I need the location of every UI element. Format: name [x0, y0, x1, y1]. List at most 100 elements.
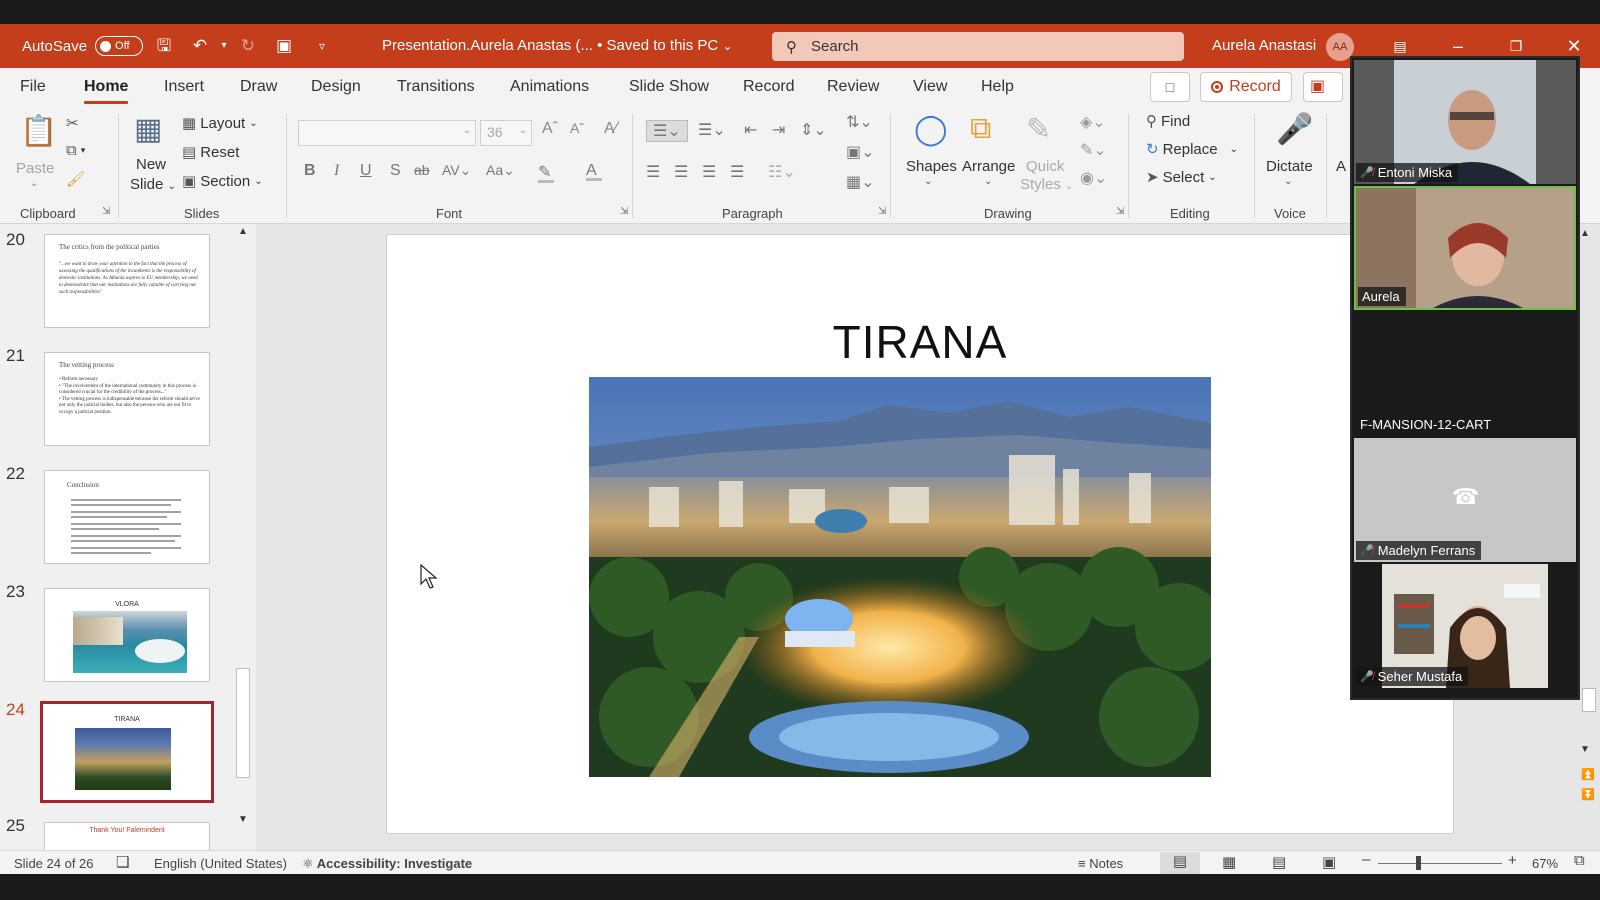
slide-thumbnail-25[interactable]: Thank You! Faleminderit — [44, 822, 210, 850]
reset-button[interactable]: ▤ Reset — [182, 143, 239, 162]
bold-icon[interactable]: B — [304, 162, 316, 180]
zoom-slider[interactable] — [1378, 863, 1502, 864]
shapes-button[interactable]: ◯ Shapes ⌄ — [904, 112, 958, 196]
quick-styles-button[interactable]: ✎ Quick Styles ⌄ — [1018, 112, 1073, 196]
font-name-box[interactable]: ⌄ — [298, 120, 476, 146]
language-indicator[interactable]: English (United States) — [154, 856, 287, 871]
slide-thumbnail-20[interactable]: The critics from the political parties "… — [44, 234, 210, 328]
slide-thumbnail-21[interactable]: The vetting process • Reform necessary •… — [44, 352, 210, 446]
increase-font-icon[interactable]: Aˆ — [542, 120, 558, 138]
tab-design[interactable]: Design — [311, 78, 361, 96]
dialog-launcher-icon[interactable]: ⇲ — [102, 206, 110, 217]
tab-help[interactable]: Help — [981, 78, 1014, 96]
participant-tile[interactable]: F-MANSION-12-CART — [1354, 312, 1576, 436]
layout-button[interactable]: ▦ Layout ⌄ — [182, 114, 258, 133]
normal-view-icon[interactable]: ▤ — [1160, 852, 1200, 874]
underline-icon[interactable]: U — [360, 162, 372, 180]
zoom-in-icon[interactable]: + — [1508, 852, 1517, 869]
ribbon-display-icon[interactable]: ▤ — [1388, 34, 1412, 58]
format-painter-button[interactable]: 🖌 — [66, 170, 85, 188]
clear-formatting-icon[interactable]: A∕ — [604, 120, 617, 138]
autosave-control[interactable]: AutoSave Off — [22, 36, 144, 56]
line-spacing-icon[interactable]: ⇕⌄ — [800, 120, 827, 140]
slide-thumbnail-22[interactable]: Conclusion — [44, 470, 210, 564]
comments-button[interactable]: □ — [1150, 72, 1190, 102]
tab-draw[interactable]: Draw — [240, 78, 277, 96]
align-text-icon[interactable]: ▣⌄ — [846, 142, 875, 162]
dialog-launcher-icon[interactable]: ⇲ — [620, 206, 628, 217]
save-icon[interactable]: 🖫 — [154, 36, 174, 56]
thumbnail-scrollbar[interactable]: ▲ ▼ — [233, 224, 253, 840]
slide-sorter-icon[interactable]: ▦ — [1222, 853, 1236, 871]
tab-animations[interactable]: Animations — [510, 78, 589, 96]
undo-icon[interactable]: ↶ — [190, 36, 210, 56]
scroll-down-icon[interactable]: ▼ — [235, 812, 251, 828]
tab-transitions[interactable]: Transitions — [397, 78, 475, 96]
tab-file[interactable]: File — [20, 78, 46, 96]
highlight-icon[interactable]: ✎ — [538, 162, 554, 183]
participant-tile[interactable]: 🎤̸ Entoni Miska — [1354, 60, 1576, 184]
present-button[interactable]: ▣ Pr — [1303, 72, 1343, 102]
columns-icon[interactable]: ☷⌄ — [768, 162, 796, 182]
search-box[interactable]: ⚲ Search — [772, 32, 1184, 61]
font-size-box[interactable]: 36 ⌄ — [480, 120, 532, 146]
tab-home[interactable]: Home — [84, 78, 129, 104]
tab-review[interactable]: Review — [827, 78, 879, 96]
spelling-check-icon[interactable]: ❏ — [116, 853, 129, 871]
redo-icon[interactable]: ↻ — [238, 36, 258, 56]
present-from-start-icon[interactable]: ▣ — [274, 36, 294, 56]
city-night-photo[interactable] — [589, 377, 1211, 777]
document-title[interactable]: Presentation.Aurela Anastas (... • Saved… — [382, 37, 733, 54]
section-button[interactable]: ▣ Section ⌄ — [182, 172, 263, 191]
undo-dropdown-icon[interactable]: ▾ — [214, 36, 234, 56]
font-color-icon[interactable]: A — [586, 162, 602, 181]
copy-button[interactable]: ⧉ ▾ — [66, 142, 85, 159]
tab-insert[interactable]: Insert — [164, 78, 204, 96]
shadow-icon[interactable]: S — [390, 162, 401, 180]
overflow-button[interactable]: A — [1336, 158, 1346, 175]
slide-scrollbar[interactable]: ▲ ▼ ⏫ ⏬ — [1578, 224, 1600, 850]
align-center-icon[interactable]: ☰ — [674, 162, 688, 182]
scroll-up-icon[interactable]: ▲ — [1580, 228, 1590, 239]
numbering-icon[interactable]: ☰⌄ — [698, 120, 726, 140]
strikethrough-icon[interactable]: ab — [414, 162, 430, 178]
tab-slide-show[interactable]: Slide Show — [629, 78, 709, 96]
increase-indent-icon[interactable]: ⇥ — [772, 120, 785, 140]
align-left-icon[interactable]: ☰ — [646, 162, 660, 182]
scroll-down-icon[interactable]: ▼ — [1580, 744, 1590, 755]
scroll-up-icon[interactable]: ▲ — [235, 224, 251, 240]
select-button[interactable]: ➤ Select ⌄ — [1146, 168, 1217, 187]
scrollbar-thumb[interactable] — [1582, 688, 1596, 712]
dictate-button[interactable]: 🎤 Dictate ⌄ — [1262, 112, 1318, 196]
shape-fill-icon[interactable]: ◈⌄ — [1080, 112, 1106, 132]
zoom-slider-handle[interactable] — [1416, 856, 1421, 870]
zoom-level[interactable]: 67% — [1532, 856, 1558, 871]
close-icon[interactable]: ✕ — [1562, 34, 1586, 58]
autosave-toggle[interactable]: Off — [95, 36, 144, 56]
slide-title[interactable]: TIRANA — [387, 315, 1453, 369]
participant-tile[interactable]: ☎ 🎤̸ Madelyn Ferrans — [1354, 438, 1576, 562]
accessibility-status[interactable]: ⚛ Accessibility: Investigate — [302, 856, 472, 872]
text-direction-icon[interactable]: ⇅⌄ — [846, 112, 873, 132]
fit-to-window-icon[interactable]: ⧉ — [1574, 852, 1585, 869]
tab-record[interactable]: Record — [743, 78, 795, 96]
new-slide-button[interactable]: ▦ New Slide ⌄ — [128, 112, 176, 196]
previous-slide-icon[interactable]: ⏫ — [1581, 768, 1595, 781]
minimize-icon[interactable]: – — [1446, 34, 1470, 58]
customize-toolbar-icon[interactable]: ▿ — [312, 36, 332, 56]
find-button[interactable]: ⚲ Find — [1146, 112, 1190, 131]
replace-button[interactable]: ↻ Replace ⌄ — [1146, 140, 1238, 159]
participant-tile[interactable]: Aurela — [1354, 186, 1576, 310]
participant-tile[interactable]: 🎤̸ Seher Mustafa — [1354, 564, 1576, 688]
scrollbar-thumb[interactable] — [236, 668, 250, 778]
notes-button[interactable]: ≡ Notes — [1078, 856, 1123, 871]
slide-thumbnail-23[interactable]: VLORA — [44, 588, 210, 682]
zoom-out-icon[interactable]: – — [1362, 851, 1370, 868]
tab-view[interactable]: View — [913, 78, 947, 96]
restore-icon[interactable]: ❐ — [1504, 34, 1528, 58]
italic-icon[interactable]: I — [334, 162, 339, 180]
reading-view-icon[interactable]: ▤ — [1272, 853, 1286, 871]
change-case-icon[interactable]: Aa⌄ — [486, 162, 515, 179]
slideshow-view-icon[interactable]: ▣ — [1322, 853, 1336, 871]
justify-icon[interactable]: ☰ — [730, 162, 744, 182]
